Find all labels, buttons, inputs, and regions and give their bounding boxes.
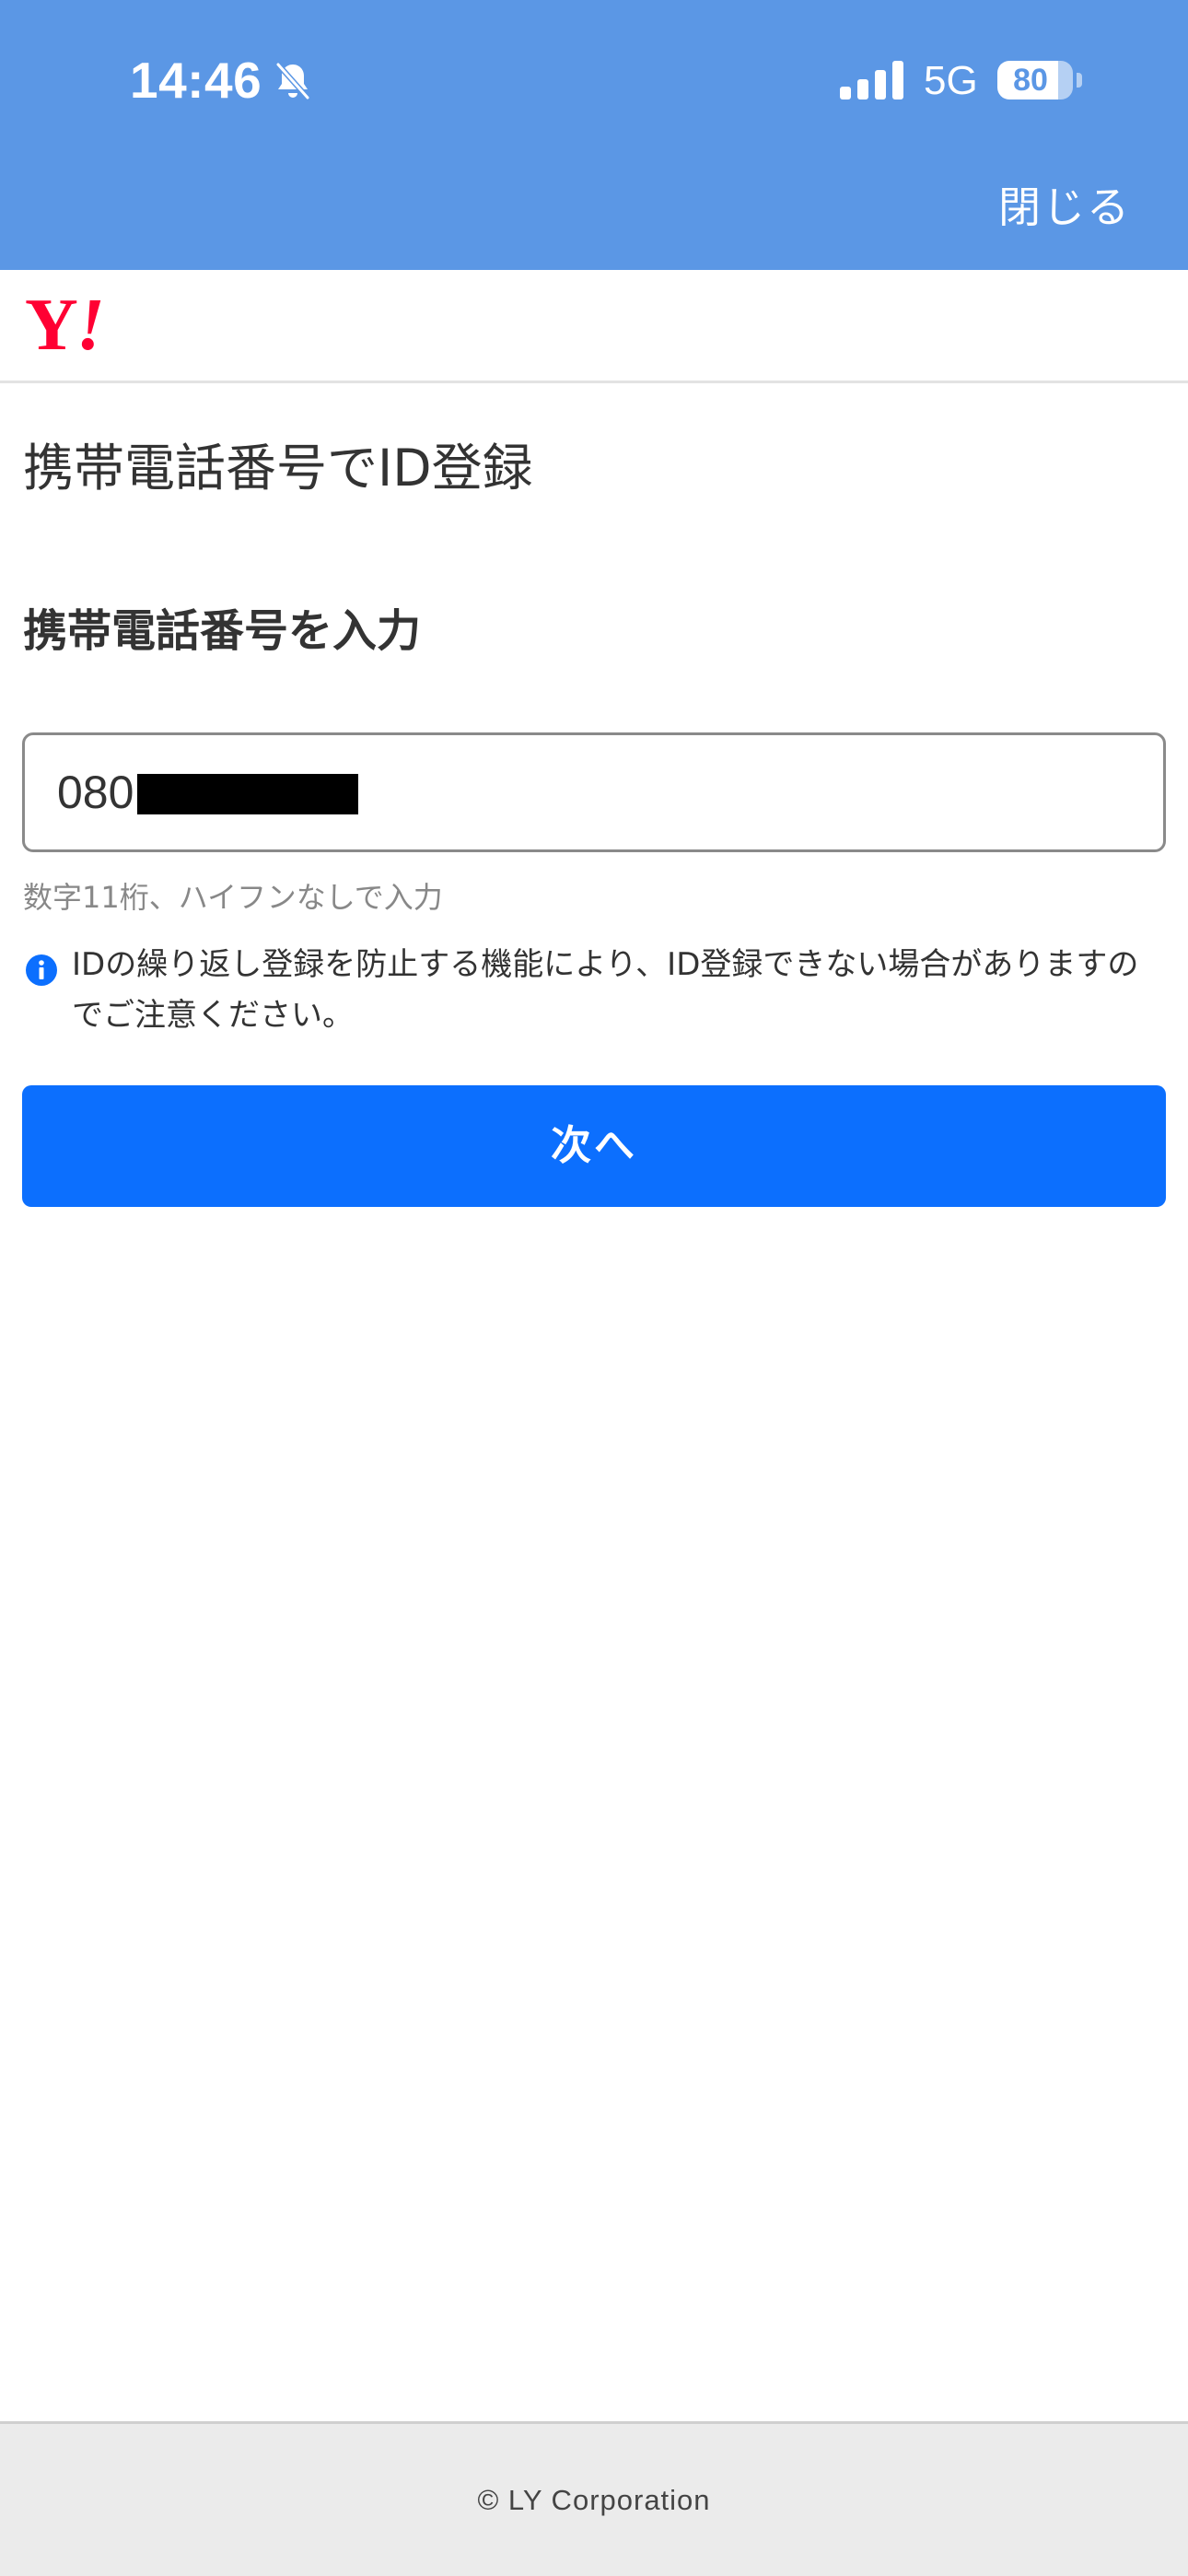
battery-cap — [1077, 73, 1082, 88]
input-hint: 数字11桁、ハイフンなしで入力 — [23, 880, 443, 915]
redacted-phone-digits — [137, 774, 358, 814]
copyright-text: © LY Corporation — [477, 2484, 711, 2516]
footer: © LY Corporation — [0, 2421, 1188, 2576]
section-heading: 携帯電話番号を入力 — [23, 605, 422, 657]
yahoo-logo[interactable]: Y! — [25, 288, 105, 362]
logo-bang: ! — [76, 285, 105, 366]
close-button[interactable]: 閉じる — [998, 175, 1131, 240]
logo-letter: Y — [25, 285, 78, 366]
bell-slash-icon — [275, 62, 310, 100]
next-button[interactable]: 次へ — [22, 1085, 1166, 1207]
status-time: 14:46 — [130, 52, 262, 109]
page-title: 携帯電話番号でID登録 — [23, 439, 533, 498]
battery-icon: 80 — [997, 61, 1073, 100]
network-label: 5G — [924, 58, 978, 103]
notice-text: IDの繰り返し登録を防止する機能により、ID登録できない場合がありますのでご注意… — [72, 946, 1139, 1034]
phone-number-input[interactable]: 080 — [22, 732, 1166, 852]
cellular-signal-icon — [840, 61, 903, 100]
top-bar: 14:46 5G 80 閉じる — [0, 0, 1188, 270]
phone-number-value: 080 — [57, 767, 134, 818]
logo-header: Y! — [0, 270, 1188, 383]
battery-level: 80 — [1013, 63, 1048, 98]
info-icon — [26, 954, 57, 986]
